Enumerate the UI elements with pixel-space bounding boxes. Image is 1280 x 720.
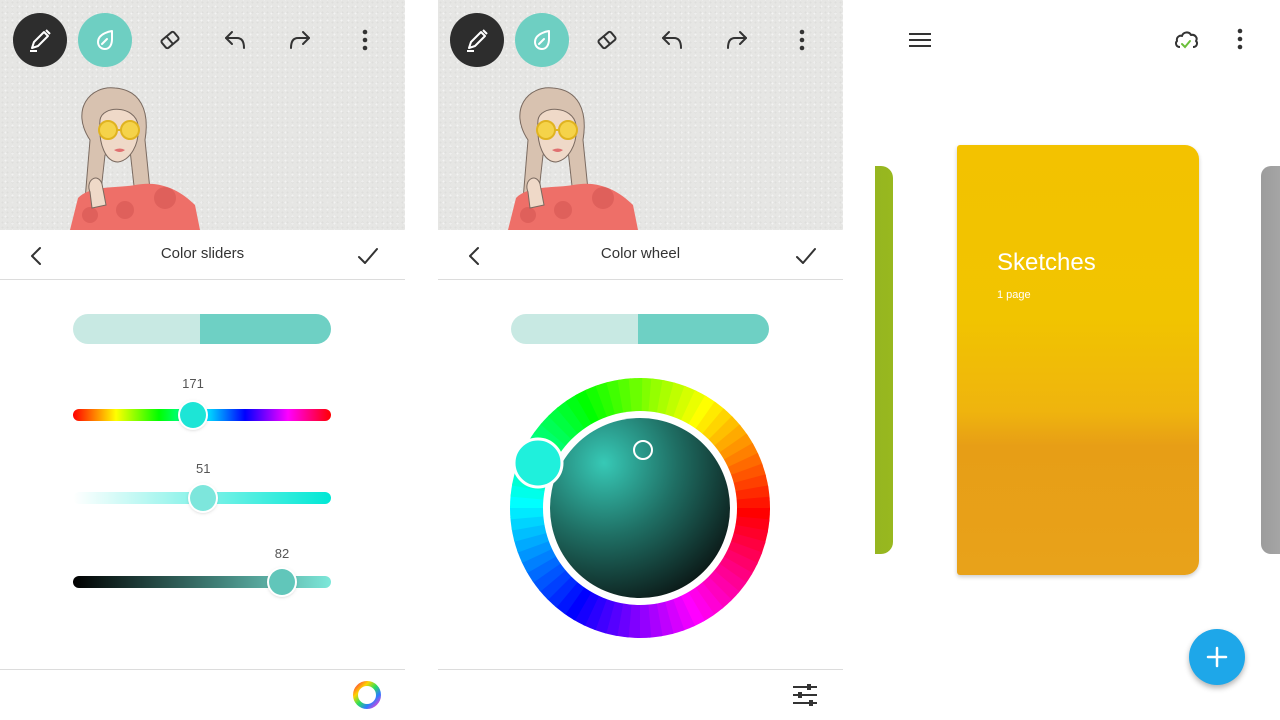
panel-gap xyxy=(405,0,438,720)
pen-icon xyxy=(30,29,51,52)
saturation-value: 51 xyxy=(196,461,211,476)
menu-icon[interactable] xyxy=(907,27,933,53)
eraser-icon xyxy=(597,30,617,50)
undo-icon xyxy=(662,31,682,49)
new-color-swatch xyxy=(638,314,769,344)
previous-color-swatch xyxy=(73,314,200,344)
color-wheel-panel: Color wheel xyxy=(438,0,843,720)
eraser-button[interactable] xyxy=(580,13,634,67)
redo-button[interactable] xyxy=(273,13,327,67)
color-sliders-panel: Color sliders 171 51 82 xyxy=(0,0,405,720)
more-icon xyxy=(799,29,805,51)
notebook-previous[interactable] xyxy=(875,166,893,554)
redo-button[interactable] xyxy=(710,13,764,67)
add-notebook-button[interactable] xyxy=(1189,629,1245,685)
color-preview xyxy=(73,314,331,344)
drawing-toolbar xyxy=(0,0,405,80)
previous-color-swatch xyxy=(511,314,638,344)
more-icon xyxy=(362,29,368,51)
notebook-page-count: 1 page xyxy=(997,289,1031,301)
undo-button[interactable] xyxy=(208,13,262,67)
brightness-value: 82 xyxy=(274,546,290,561)
color-picker-header: Color wheel xyxy=(438,230,843,280)
saturation-slider[interactable]: 51 xyxy=(73,461,331,513)
pen-icon xyxy=(467,29,488,52)
panel-title: Color sliders xyxy=(160,245,245,262)
check-icon[interactable] xyxy=(793,243,819,269)
brightness-slider[interactable]: 82 xyxy=(73,546,331,598)
drawing-canvas[interactable] xyxy=(0,0,405,230)
ink-drop-icon xyxy=(534,30,550,50)
notebook-next[interactable] xyxy=(1261,166,1280,554)
color-picker-header: Color sliders xyxy=(0,230,405,280)
saturation-brightness-disc[interactable] xyxy=(550,418,730,598)
hue-value: 171 xyxy=(182,376,204,391)
redo-icon xyxy=(727,31,747,49)
more-options-button[interactable] xyxy=(338,13,392,67)
cloud-sync-icon[interactable] xyxy=(1172,26,1200,54)
hue-slider-thumb[interactable] xyxy=(179,402,206,428)
more-icon[interactable] xyxy=(1227,26,1253,52)
color-tool-button[interactable] xyxy=(515,13,569,67)
color-preview xyxy=(511,314,769,344)
divider xyxy=(438,669,843,670)
drawing-canvas[interactable] xyxy=(438,0,843,230)
divider xyxy=(0,669,405,670)
pen-tool-button[interactable] xyxy=(450,13,504,67)
saturation-slider-thumb[interactable] xyxy=(190,485,217,511)
sketch-illustration xyxy=(508,87,638,230)
notebook-sketches[interactable]: Sketches 1 page xyxy=(957,145,1199,575)
plus-icon xyxy=(1206,646,1228,668)
check-icon[interactable] xyxy=(355,243,381,269)
notebook-title: Sketches xyxy=(997,249,1096,276)
color-wheel-icon[interactable] xyxy=(351,679,383,711)
more-options-button[interactable] xyxy=(775,13,829,67)
redo-icon xyxy=(290,31,310,49)
sliders-icon[interactable] xyxy=(789,679,821,711)
new-color-swatch xyxy=(200,314,331,344)
hue-slider[interactable]: 171 xyxy=(73,376,331,428)
drawing-toolbar xyxy=(438,0,843,80)
color-tool-button[interactable] xyxy=(78,13,132,67)
undo-button[interactable] xyxy=(645,13,699,67)
brightness-slider-thumb[interactable] xyxy=(268,569,295,595)
hue-ring-thumb[interactable] xyxy=(512,437,564,489)
undo-icon xyxy=(225,31,245,49)
panel-title: Color wheel xyxy=(600,245,681,262)
eraser-button[interactable] xyxy=(143,13,197,67)
sketch-illustration xyxy=(70,87,200,230)
panel-gap xyxy=(843,0,875,720)
color-wheel[interactable] xyxy=(500,368,780,648)
notebooks-panel: Sketches 1 page xyxy=(875,0,1280,720)
eraser-icon xyxy=(160,30,180,50)
ink-drop-icon xyxy=(97,30,113,50)
pen-tool-button[interactable] xyxy=(13,13,67,67)
